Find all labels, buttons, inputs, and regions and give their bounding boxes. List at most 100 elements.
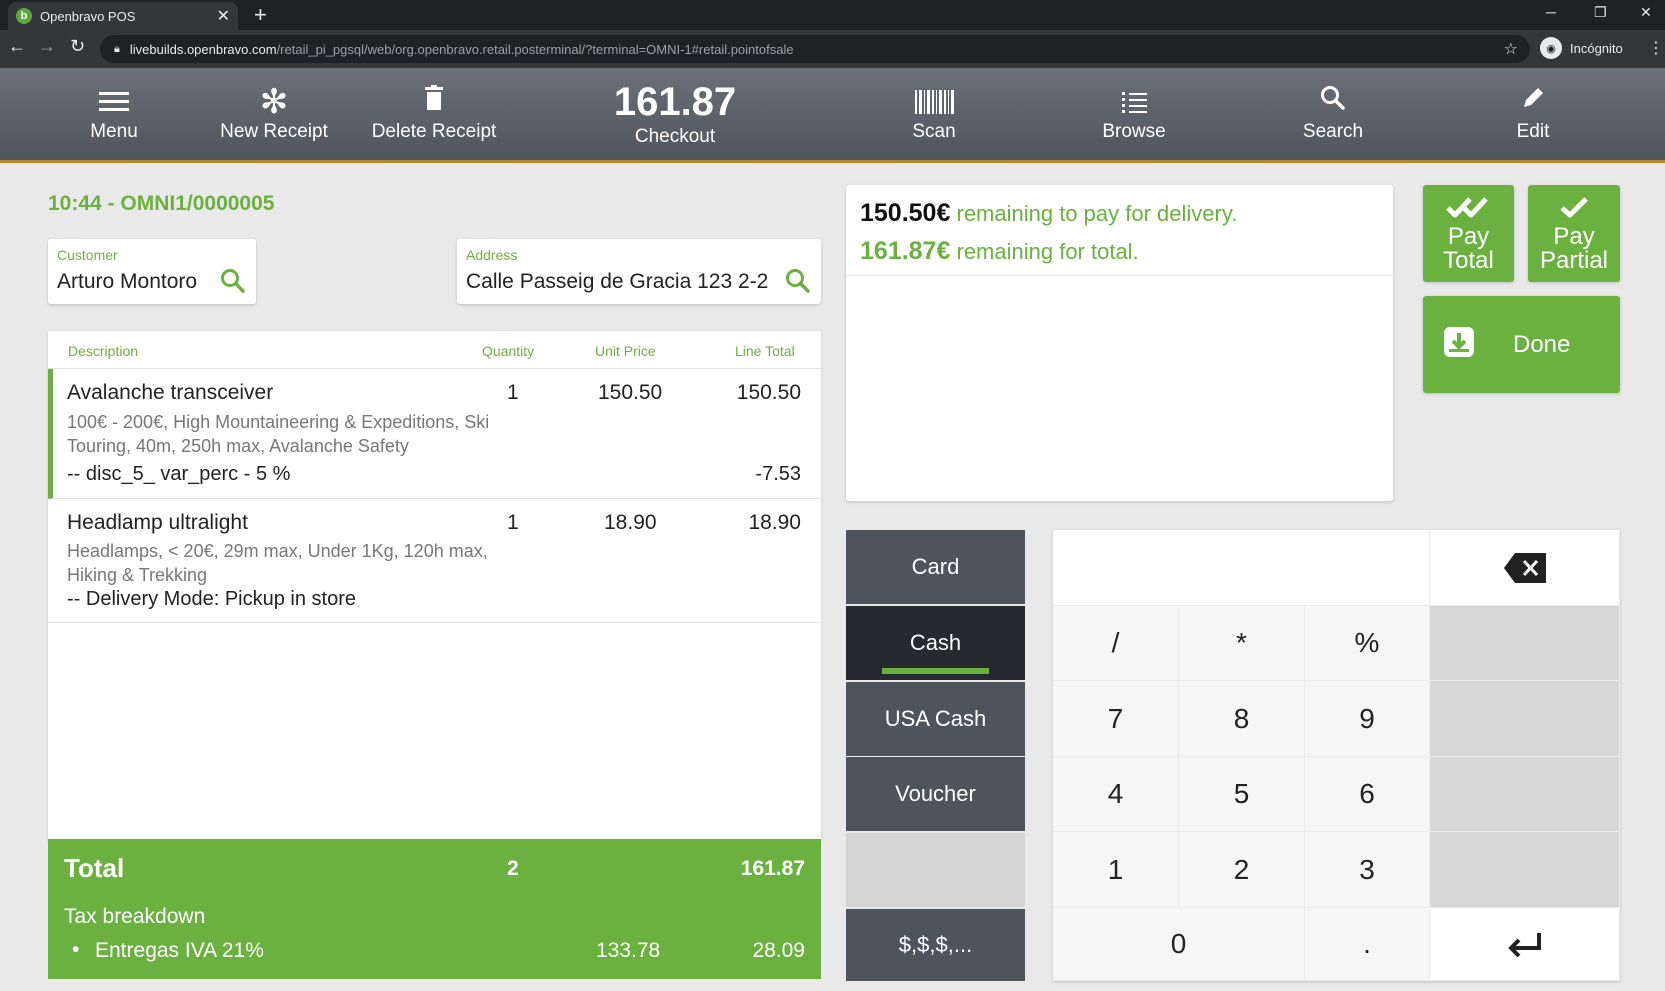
receipt-totals: Total 2 161.87 Tax breakdown • Entregas … xyxy=(48,839,821,979)
payment-method-card[interactable]: Card xyxy=(846,530,1025,604)
incognito-icon: ◉ xyxy=(1540,37,1562,59)
delivery-remaining-amount: 150.50€ xyxy=(860,199,951,227)
key-7[interactable]: 7 xyxy=(1053,681,1179,757)
line-discount-amount: -7.53 xyxy=(755,463,801,485)
checkout-button[interactable]: 161.87 Checkout xyxy=(590,68,760,160)
pos-toolbar: Menu ✻ New Receipt Delete Receipt 161.87… xyxy=(0,68,1665,163)
new-receipt-label: New Receipt xyxy=(220,121,328,142)
backspace-button[interactable] xyxy=(1430,530,1620,606)
customer-label: Customer xyxy=(57,247,118,263)
key-9[interactable]: 9 xyxy=(1305,681,1430,757)
done-button[interactable]: Done xyxy=(1423,296,1620,393)
key-3[interactable]: 3 xyxy=(1305,832,1430,908)
key-4[interactable]: 4 xyxy=(1053,757,1179,832)
address-label: Address xyxy=(466,247,518,263)
incognito-profile-button[interactable]: ◉ Incógnito xyxy=(1540,37,1623,59)
total-remaining-amount: 161.87€ xyxy=(860,237,951,265)
key-0[interactable]: 0 xyxy=(1053,908,1305,981)
search-button[interactable]: Search xyxy=(1283,68,1383,160)
lock-icon: 🔒︎ xyxy=(114,42,120,55)
pay-partial-label-2: Partial xyxy=(1539,247,1609,274)
new-receipt-button[interactable]: ✻ New Receipt xyxy=(210,68,338,160)
key-5[interactable]: 5 xyxy=(1179,757,1305,832)
order-line[interactable]: Avalanche transceiver 1 150.50 150.50 10… xyxy=(48,369,821,499)
double-check-icon xyxy=(1445,194,1492,225)
line-delivery-mode: -- Delivery Mode: Pickup in store xyxy=(67,588,356,610)
pencil-icon xyxy=(1520,85,1546,119)
header-unit-price: Unit Price xyxy=(595,343,656,359)
key-6[interactable]: 6 xyxy=(1305,757,1430,832)
url-path: /retail_pi_pgsql/web/org.openbravo.retai… xyxy=(276,41,794,57)
key-percent[interactable]: % xyxy=(1305,606,1430,681)
search-icon xyxy=(1320,85,1346,119)
line-unit-price: 150.50 xyxy=(598,381,663,404)
pay-total-button[interactable]: Pay Total xyxy=(1423,185,1514,282)
minimize-window-button[interactable]: ─ xyxy=(1546,4,1556,20)
browser-menu-icon[interactable]: ⋮ xyxy=(1648,38,1664,58)
pay-partial-button[interactable]: Pay Partial xyxy=(1528,185,1620,282)
address-value: Calle Passeig de Gracia 123 2-2 xyxy=(466,270,769,293)
line-qty: 1 xyxy=(507,511,519,534)
browse-label: Browse xyxy=(1102,121,1166,142)
back-icon[interactable]: ← xyxy=(8,36,26,57)
browse-button[interactable]: Browse xyxy=(1084,68,1184,160)
forward-icon[interactable]: → xyxy=(38,36,56,57)
tax-name: Entregas IVA 21% xyxy=(95,939,264,962)
customer-search-icon[interactable] xyxy=(220,268,246,299)
header-line-total: Line Total xyxy=(735,343,795,359)
url-host: livebuilds.openbravo.com xyxy=(129,41,277,57)
pay-total-label-2: Total xyxy=(1443,247,1494,274)
keypad: / * % 7 8 9 4 5 6 1 2 3 0 . xyxy=(1053,530,1620,981)
payment-method-cash-label: Cash xyxy=(909,630,962,655)
scan-label: Scan xyxy=(912,121,956,142)
close-window-button[interactable]: ✕ xyxy=(1640,4,1652,21)
order-line[interactable]: Headlamp ultralight 1 18.90 18.90 Headla… xyxy=(48,499,821,623)
bookmark-star-icon[interactable]: ☆ xyxy=(1504,39,1518,59)
restore-window-button[interactable]: ❐ xyxy=(1594,4,1607,21)
enter-icon xyxy=(1507,933,1541,957)
line-attributes-cont: Hiking & Trekking xyxy=(67,565,208,585)
line-attributes: 100€ - 200€, High Mountaineering & Exped… xyxy=(67,412,490,432)
key-blank-2 xyxy=(1430,681,1620,757)
browser-tabstrip: b Openbravo POS ✕ + ─ ❐ ✕ xyxy=(0,0,1665,30)
delivery-remaining: 150.50€ remaining to pay for delivery. xyxy=(860,199,1237,228)
address-selector[interactable]: Address Calle Passeig de Gracia 123 2-2 xyxy=(457,239,821,304)
asterisk-icon: ✻ xyxy=(259,83,289,121)
customer-selector[interactable]: Customer Arturo Montoro xyxy=(48,239,256,304)
browser-tab[interactable]: b Openbravo POS ✕ xyxy=(8,2,238,30)
menu-label: Menu xyxy=(90,121,138,142)
payment-method-more[interactable]: $,$,$,... xyxy=(846,909,1025,981)
reload-icon[interactable]: ↻ xyxy=(70,36,85,57)
keypad-display[interactable] xyxy=(1053,530,1430,606)
url-bar[interactable]: 🔒︎ livebuilds.openbravo.com/retail_pi_pg… xyxy=(100,35,1530,63)
key-decimal[interactable]: . xyxy=(1305,908,1430,981)
payment-method-voucher[interactable]: Voucher xyxy=(846,757,1025,831)
incognito-label: Incógnito xyxy=(1570,40,1623,56)
key-2[interactable]: 2 xyxy=(1179,832,1305,908)
line-product-name: Headlamp ultralight xyxy=(67,511,248,534)
key-multiply[interactable]: * xyxy=(1179,606,1305,681)
payment-method-cash[interactable]: Cash xyxy=(846,606,1025,680)
key-1[interactable]: 1 xyxy=(1053,832,1179,908)
key-8[interactable]: 8 xyxy=(1179,681,1305,757)
scan-button[interactable]: Scan xyxy=(884,68,984,160)
total-remaining-text: remaining for total. xyxy=(950,239,1139,264)
openbravo-favicon-icon: b xyxy=(16,8,32,24)
tax-bullet: • xyxy=(72,938,80,961)
payment-method-usa-cash[interactable]: USA Cash xyxy=(846,682,1025,756)
header-quantity: Quantity xyxy=(482,343,535,359)
enter-button[interactable] xyxy=(1430,908,1620,981)
tab-close-icon[interactable]: ✕ xyxy=(217,6,230,26)
edit-label: Edit xyxy=(1516,121,1550,142)
pay-partial-label-1: Pay xyxy=(1553,223,1595,250)
address-search-icon[interactable] xyxy=(785,268,811,299)
menu-button[interactable]: Menu xyxy=(64,68,164,160)
key-divide[interactable]: / xyxy=(1053,606,1179,681)
delete-receipt-label: Delete Receipt xyxy=(371,121,497,142)
edit-button[interactable]: Edit xyxy=(1483,68,1583,160)
new-tab-button[interactable]: + xyxy=(254,2,267,28)
archive-download-icon xyxy=(1443,326,1475,363)
trash-icon xyxy=(424,85,444,119)
line-attributes: Headlamps, < 20€, 29m max, Under 1Kg, 12… xyxy=(67,541,488,561)
delete-receipt-button[interactable]: Delete Receipt xyxy=(364,68,504,160)
